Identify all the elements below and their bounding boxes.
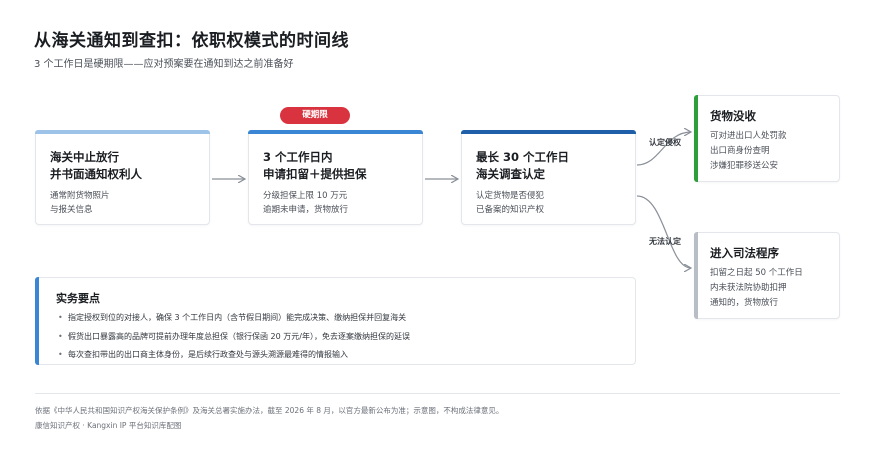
- outcome-accent: [694, 232, 698, 319]
- outcome-description: 扣留之日起 50 个工作日 内未获法院协助扣押 通知的，货物放行: [710, 268, 803, 308]
- footer-disclaimer: 依据《中华人民共和国知识产权海关保护条例》及海关总署实施办法，截至 2026 年…: [35, 406, 504, 415]
- hard-deadline-badge: 硬期限: [280, 107, 350, 124]
- outcome-heading: 货物没收: [710, 109, 756, 123]
- step-color-bar: [248, 130, 423, 134]
- notes-heading: 实务要点: [56, 292, 100, 305]
- branch-label-undetermined: 无法认定: [649, 237, 681, 246]
- step-heading: 海关中止放行 并书面通知权利人: [50, 150, 142, 181]
- flow-connectors: [212, 0, 875, 452]
- step-description: 认定货物是否侵犯 已备案的知识产权: [476, 191, 545, 215]
- bullet-icon: •: [58, 331, 63, 341]
- outcome-accent: [694, 95, 698, 182]
- step-color-bar: [461, 130, 636, 134]
- list-item: • 每次查扣带出的出口商主体身份，是后续行政查处与源头溯源最难得的情报输入: [58, 346, 410, 365]
- step-description: 通常附货物照片 与报关信息: [50, 191, 110, 215]
- outcome-description: 可对进出口人处罚款 出口商身份查明 涉嫌犯罪移送公安: [710, 131, 787, 171]
- step-heading: 最长 30 个工作日 海关调查认定: [476, 150, 570, 181]
- branch-label-infringement: 认定侵权: [649, 138, 681, 147]
- arrow-to-judicial: [636, 195, 691, 268]
- bullet-icon: •: [58, 313, 63, 322]
- list-item: • 指定授权到位的对接人，确保 3 个工作日内（含节假日期间）能完成决策、缴纳担保…: [58, 309, 410, 328]
- bullet-icon: •: [58, 350, 63, 359]
- step-description: 分级担保上限 10 万元 逾期未申请，货物放行: [263, 191, 349, 215]
- notes-accent: [35, 277, 39, 365]
- notes-list: • 指定授权到位的对接人，确保 3 个工作日内（含节假日期间）能完成决策、缴纳担保…: [58, 309, 410, 365]
- outcome-confiscation-card: 货物没收 可对进出口人处罚款 出口商身份查明 涉嫌犯罪移送公安: [694, 95, 840, 182]
- step-apply-detention-card: 3 个工作日内 申请扣留＋提供担保 分级担保上限 10 万元 逾期未申请，货物放…: [248, 130, 423, 225]
- list-item: • 假货出口暴露高的品牌可提前办理年度总担保（银行保函 20 万元/年），免去逐案…: [58, 328, 410, 347]
- step-investigation-card: 最长 30 个工作日 海关调查认定 认定货物是否侵犯 已备案的知识产权: [461, 130, 636, 225]
- step-customs-suspend-card: 海关中止放行 并书面通知权利人 通常附货物照片 与报关信息: [35, 130, 210, 225]
- practice-notes-panel: 实务要点 • 指定授权到位的对接人，确保 3 个工作日内（含节假日期间）能完成决策…: [35, 277, 636, 365]
- outcome-judicial-card: 进入司法程序 扣留之日起 50 个工作日 内未获法院协助扣押 通知的，货物放行: [694, 232, 840, 319]
- step-color-bar: [35, 130, 210, 134]
- footer-divider: [35, 393, 840, 394]
- step-heading: 3 个工作日内 申请扣留＋提供担保: [263, 150, 367, 181]
- outcome-heading: 进入司法程序: [710, 246, 779, 260]
- footer-credit: 康信知识产权 · Kangxin IP 平台知识库配图: [35, 421, 182, 430]
